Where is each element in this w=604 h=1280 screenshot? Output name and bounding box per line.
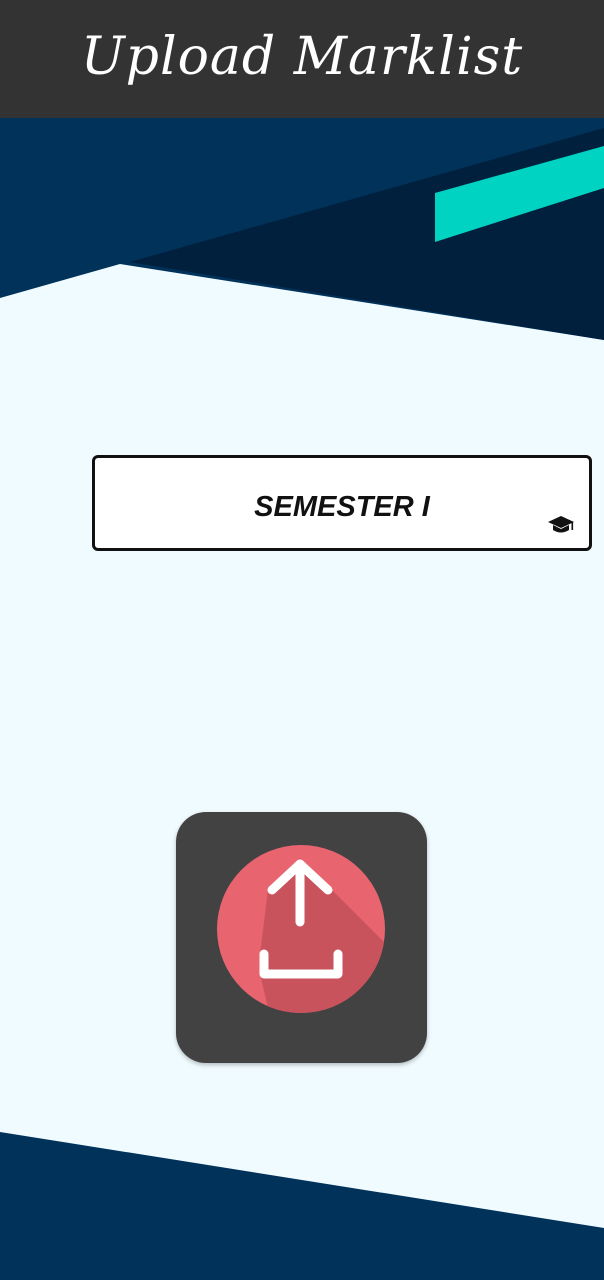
upload-button[interactable] [176, 812, 427, 1063]
semester-selected-value: SEMESTER I [254, 490, 430, 523]
bottom-navy-band [0, 1132, 604, 1280]
page-title: Upload Marklist [80, 27, 524, 87]
semester-dropdown[interactable]: SEMESTER I [92, 455, 592, 551]
graduation-cap-icon [548, 516, 574, 533]
upload-icon [217, 845, 385, 1013]
app-bar: Upload Marklist [0, 0, 604, 118]
background-art [0, 118, 604, 1280]
